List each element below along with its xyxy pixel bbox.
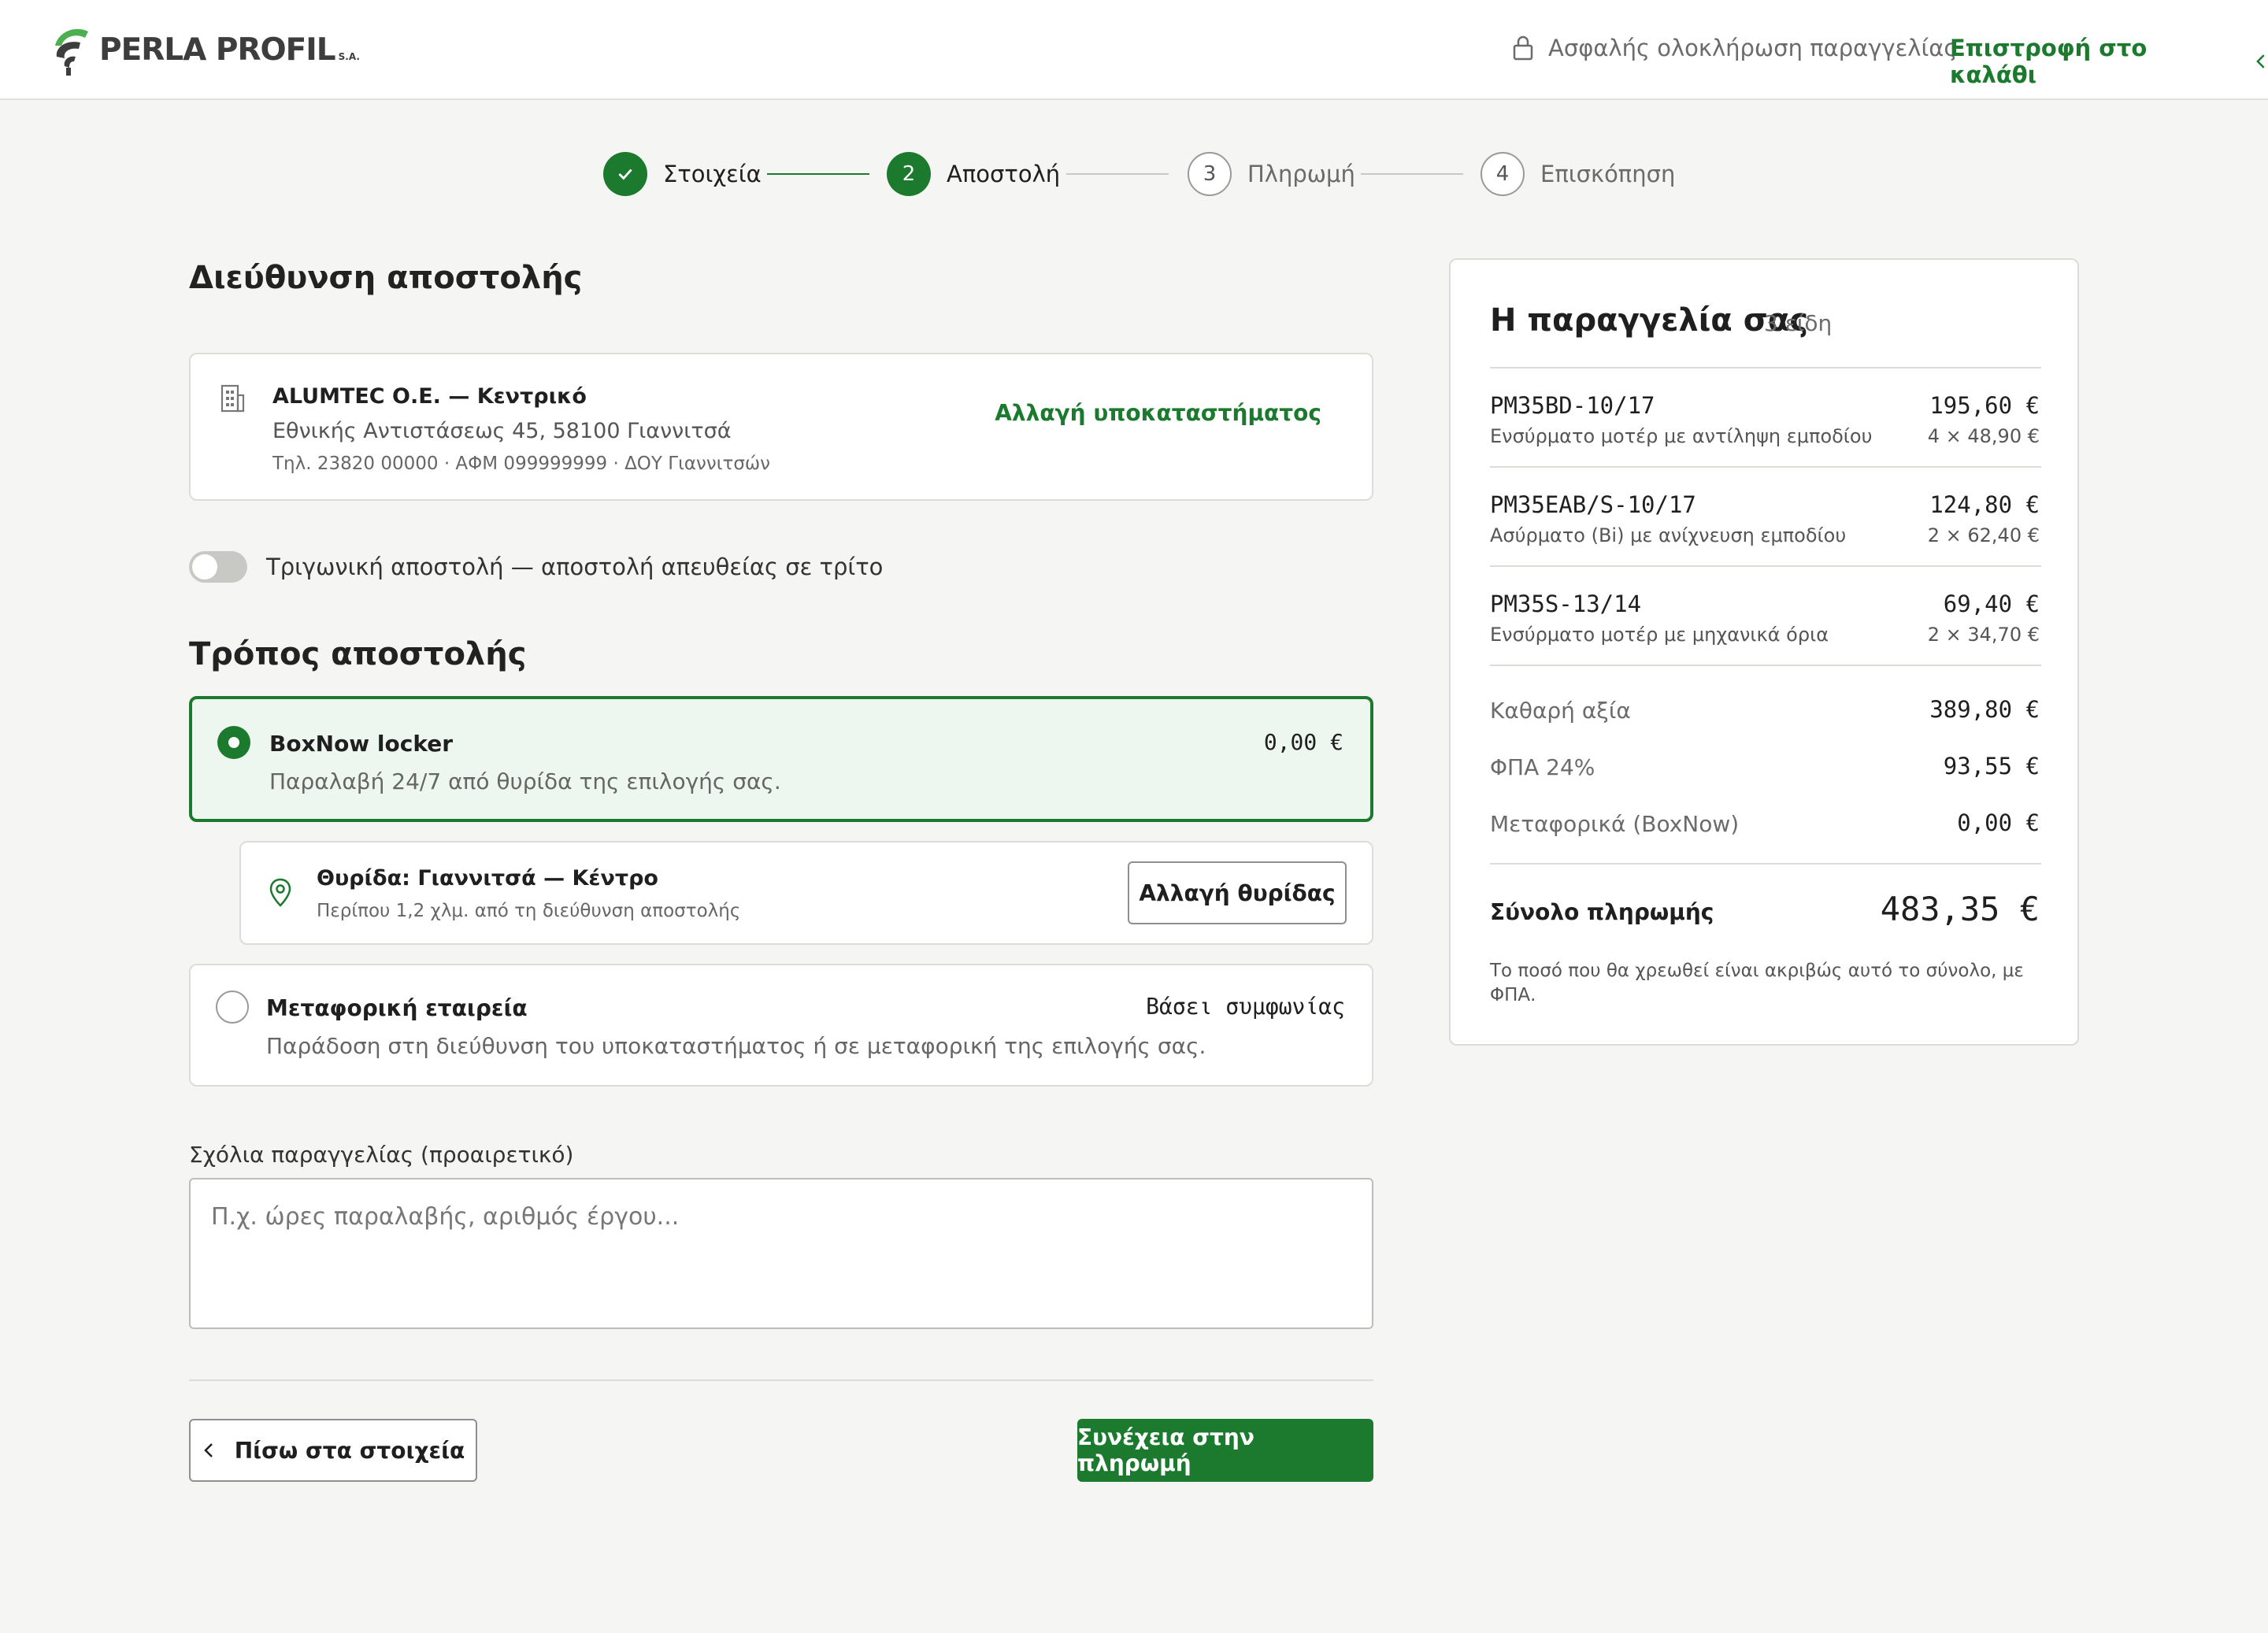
step-connector [767, 173, 869, 175]
option-price: Βάσει συμφωνίας [1146, 994, 1345, 1020]
item-code: PM35EAB/S-10/17 [1490, 491, 1696, 518]
order-summary-title: Η παραγγελία σας [1490, 302, 1809, 339]
step-label: Αποστολή [947, 161, 1061, 187]
perla-logo-icon [55, 28, 88, 76]
step-number: 2 [887, 152, 931, 196]
chevron-left-icon [2256, 54, 2265, 69]
back-to-cart-label: Επιστροφή στο καλάθι [1950, 35, 2148, 88]
item-quantity: 2 × 34,70 € [1927, 624, 2040, 646]
shipping-cost-label: Μεταφορικά (BoxNow) [1490, 811, 1740, 837]
option-description: Παραλαβή 24/7 από θυρίδα της επιλογής σα… [269, 768, 781, 794]
vat-label: ΦΠΑ 24% [1490, 754, 1595, 780]
top-bar: PERLA PROFIL S.A. Ασφαλής ολοκλήρωση παρ… [0, 0, 2268, 100]
location-pin-icon [269, 878, 291, 907]
order-summary-card: Η παραγγελία σας 3 είδη PM35BD-10/17 195… [1449, 258, 2079, 1046]
brand-suffix: S.A. [338, 51, 360, 62]
vat-value: 93,55 € [1943, 753, 2040, 779]
step-number: 3 [1188, 152, 1232, 196]
order-comments-input[interactable]: Π.χ. ώρες παραλαβής, αριθμός έργου... [189, 1178, 1373, 1329]
option-title: Μεταφορική εταιρεία [266, 995, 528, 1021]
item-price: 195,60 € [1929, 392, 2040, 419]
item-code: PM35S-13/14 [1490, 591, 1642, 617]
divider [1490, 665, 2041, 666]
grand-total-label: Σύνολο πληρωμής [1490, 899, 1714, 925]
chevron-left-icon [203, 1443, 213, 1457]
locker-title: Θυρίδα: Γιαννιτσά — Κέντρο [317, 866, 658, 891]
change-locker-button[interactable]: Αλλαγή θυρίδας [1128, 861, 1347, 924]
triangular-shipping-toggle[interactable] [189, 551, 247, 583]
step-shipping: 2 Αποστολή [887, 152, 1060, 196]
triangular-shipping-row: Τριγωνική αποστολή — αποστολή απευθείας … [189, 551, 883, 583]
divider [1490, 565, 2041, 567]
item-quantity: 4 × 48,90 € [1927, 425, 2040, 447]
shipping-address-card: ALUMTEC Ο.Ε. — Κεντρικό Εθνικής Αντιστάσ… [189, 353, 1373, 501]
option-title: BoxNow locker [269, 731, 454, 757]
brand-logo[interactable]: PERLA PROFIL S.A. [49, 22, 360, 77]
secure-checkout-text: Ασφαλής ολοκλήρωση παραγγελίας [1548, 35, 1958, 61]
continue-to-payment-button[interactable]: Συνέχεια στην πληρωμή [1077, 1419, 1373, 1482]
change-branch-link[interactable]: Αλλαγή υποκαταστήματος [995, 400, 1321, 426]
item-count: 3 είδη [1764, 310, 1833, 336]
item-description: Ενσύρματο μοτέρ με μηχανικά όρια [1490, 624, 1829, 646]
item-price: 69,40 € [1943, 591, 2040, 617]
shipping-option-boxnow[interactable]: BoxNow locker Παραλαβή 24/7 από θυρίδα τ… [189, 696, 1373, 822]
back-to-details-button[interactable]: Πίσω στα στοιχεία [189, 1419, 477, 1482]
locker-distance: Περίπου 1,2 χλμ. από τη διεύθυνση αποστο… [317, 901, 741, 921]
step-payment: 3 Πληρωμή [1188, 152, 1355, 196]
brand-name: PERLA PROFIL [99, 31, 336, 68]
branch-street: Εθνικής Αντιστάσεως 45, 58100 Γιαννιτσά [272, 419, 732, 443]
shipping-cost-value: 0,00 € [1957, 809, 2040, 836]
check-icon [603, 152, 647, 196]
order-comments-label: Σχόλια παραγγελίας (προαιρετικό) [189, 1142, 574, 1168]
step-number: 4 [1480, 152, 1525, 196]
back-to-details-label: Πίσω στα στοιχεία [234, 1437, 465, 1464]
divider [189, 1379, 1373, 1381]
building-icon [220, 384, 245, 413]
lock-icon [1513, 35, 1533, 61]
item-code: PM35BD-10/17 [1490, 392, 1655, 419]
option-description: Παράδοση στη διεύθυνση του υποκαταστήματ… [266, 1033, 1206, 1059]
step-label: Στοιχεία [663, 161, 762, 187]
item-price: 124,80 € [1929, 491, 2040, 518]
shipping-address-heading: Διεύθυνση αποστολής [189, 260, 583, 296]
divider [1490, 466, 2041, 468]
item-description: Ασύρματο (Bi) με ανίχνευση εμποδίου [1490, 524, 1847, 546]
step-connector [1361, 173, 1463, 175]
branch-name: ALUMTEC Ο.Ε. — Κεντρικό [272, 384, 587, 409]
grand-total-value: 483,35 € [1880, 890, 2040, 928]
item-description: Ενσύρματο μοτέρ με αντίληψη εμποδίου [1490, 425, 1873, 447]
net-value: 389,80 € [1929, 696, 2040, 723]
shipping-method-heading: Τρόπος αποστολής [189, 636, 527, 672]
step-label: Επισκόπηση [1540, 161, 1676, 187]
back-to-cart-link[interactable]: Επιστροφή στο καλάθι [1950, 35, 2268, 88]
divider [1490, 367, 2041, 368]
net-value-label: Καθαρή αξία [1490, 698, 1631, 724]
step-details[interactable]: Στοιχεία [603, 152, 762, 196]
boxnow-radio[interactable] [217, 726, 250, 759]
courier-radio[interactable] [216, 991, 249, 1024]
step-label: Πληρωμή [1247, 161, 1355, 187]
shipping-option-courier[interactable]: Μεταφορική εταιρεία Παράδοση στη διεύθυν… [189, 964, 1373, 1087]
divider [1490, 863, 2041, 865]
branch-meta: Τηλ. 23820 00000 · ΑΦΜ 099999999 · ΔΟΥ Γ… [272, 454, 771, 474]
step-connector [1066, 173, 1169, 175]
selected-locker-card: Θυρίδα: Γιαννιτσά — Κέντρο Περίπου 1,2 χ… [239, 841, 1373, 945]
secure-checkout-notice: Ασφαλής ολοκλήρωση παραγγελίας [1512, 35, 1957, 61]
option-price: 0,00 € [1263, 729, 1343, 755]
triangular-shipping-label: Τριγωνική αποστολή — αποστολή απευθείας … [266, 554, 884, 580]
item-quantity: 2 × 62,40 € [1927, 524, 2040, 546]
step-review: 4 Επισκόπηση [1480, 152, 1675, 196]
total-note: Το ποσό που θα χρεωθεί είναι ακριβώς αυτ… [1490, 961, 2024, 1005]
